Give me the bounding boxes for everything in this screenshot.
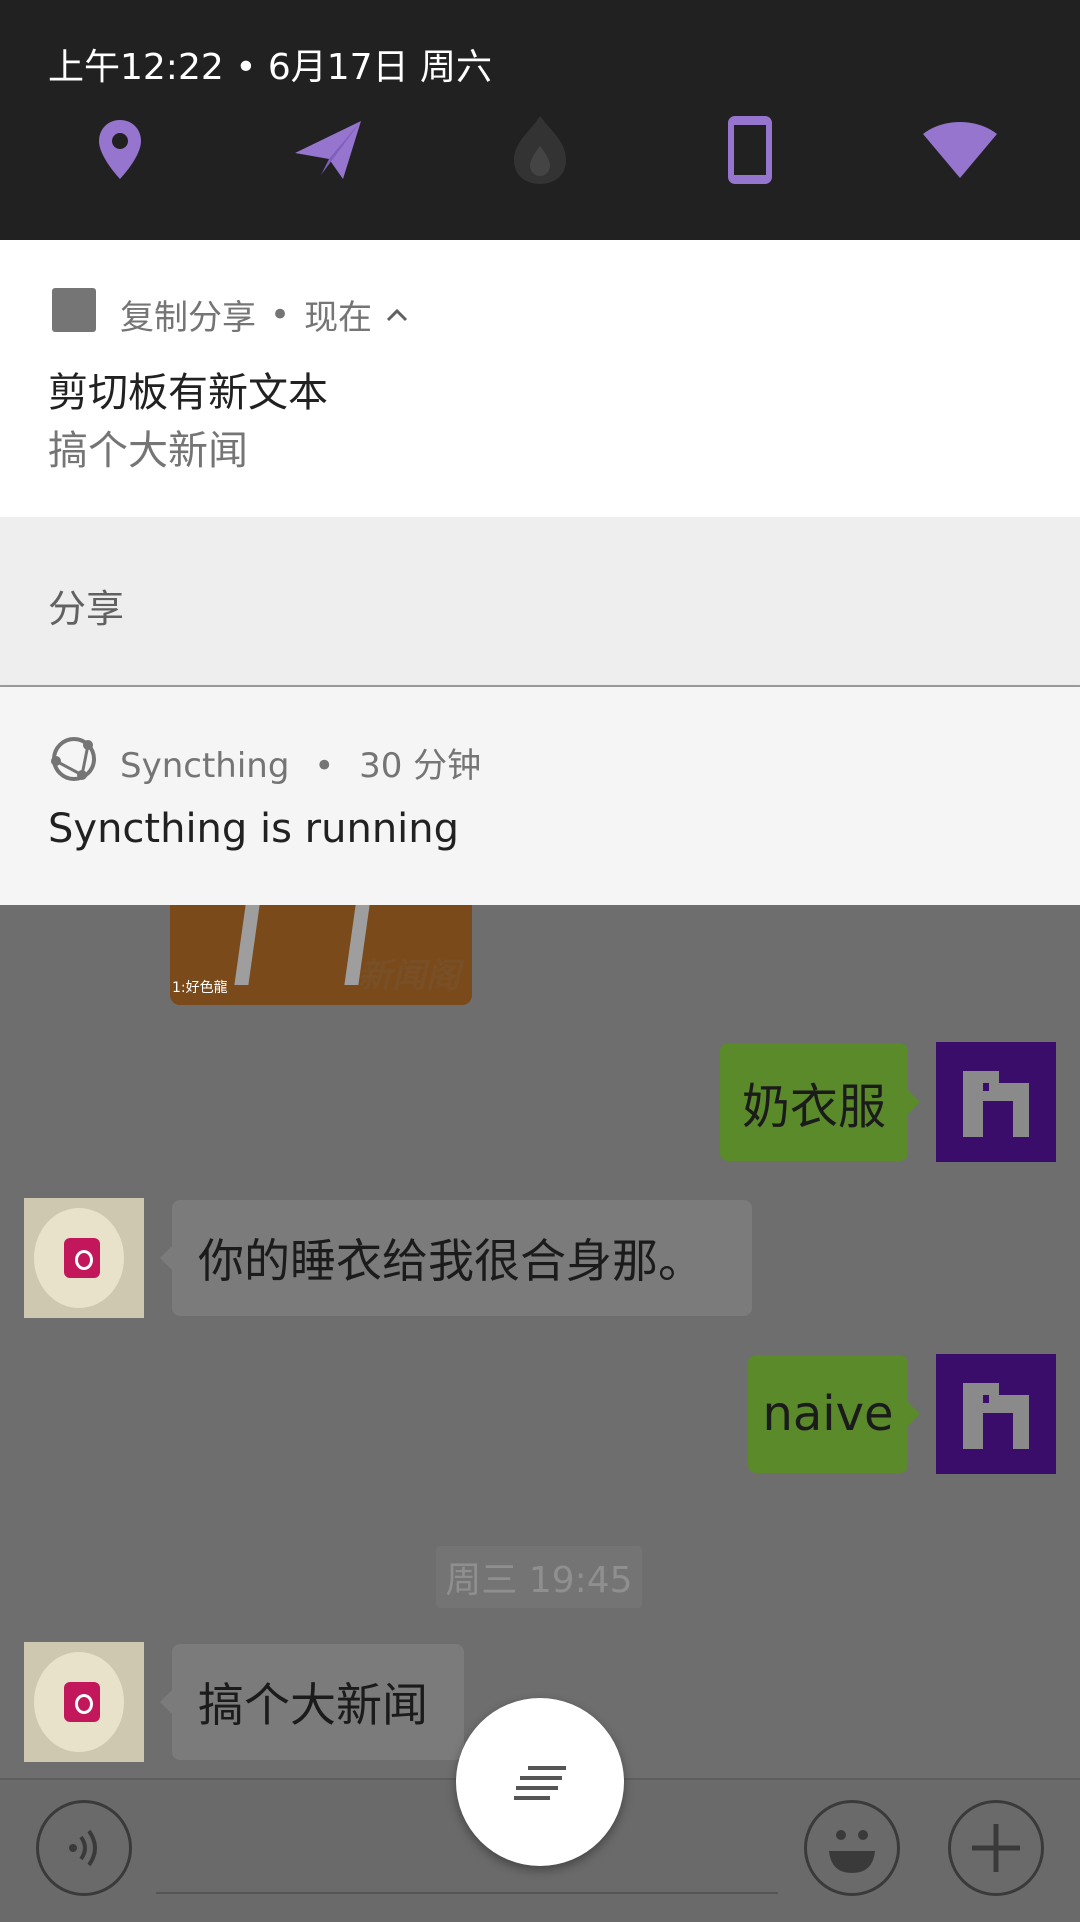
- received-message-bubble[interactable]: 搞个大新闻: [160, 1644, 464, 1760]
- share-action-button[interactable]: 分享: [48, 578, 124, 633]
- notification-time: 现在: [304, 298, 373, 338]
- quick-settings-panel: 上午12:22 • 6月17日 周六: [0, 0, 1080, 240]
- image-watermark: 新闻阁: [358, 956, 460, 996]
- flame-icon[interactable]: [500, 110, 580, 190]
- status-datetime: 上午12:22 • 6月17日 周六: [48, 47, 493, 88]
- header-separator: •: [314, 746, 335, 786]
- notification-actions: [0, 517, 1080, 687]
- quick-settings-icons: [0, 110, 1080, 190]
- phone-icon[interactable]: [710, 110, 790, 190]
- message-input[interactable]: [156, 1892, 778, 1894]
- syncthing-notification[interactable]: [0, 687, 1080, 905]
- avatar[interactable]: [936, 1042, 1056, 1162]
- voice-icon[interactable]: [36, 1800, 132, 1896]
- emoji-icon[interactable]: [804, 1800, 900, 1896]
- syncthing-icon: [48, 733, 100, 785]
- image-detail: [234, 905, 260, 985]
- menu-lines-icon: [510, 1762, 570, 1802]
- menu-fab-button[interactable]: [456, 1698, 624, 1866]
- wifi-icon[interactable]: [920, 110, 1000, 190]
- send-icon[interactable]: [288, 110, 368, 190]
- image-caption: 1:好色龍: [172, 980, 228, 996]
- location-icon[interactable]: [80, 110, 160, 190]
- notification-text: 搞个大新闻: [48, 428, 248, 474]
- avatar[interactable]: [936, 1354, 1056, 1474]
- image-message[interactable]: 1:好色龍 新闻阁: [170, 905, 472, 1005]
- avatar-badge: [64, 1682, 100, 1722]
- app-icon: [52, 288, 96, 332]
- avatar[interactable]: [24, 1198, 144, 1318]
- add-icon[interactable]: [948, 1800, 1044, 1896]
- notification-title: Syncthing is running: [48, 806, 460, 852]
- notification-app-name: 复制分享: [120, 298, 256, 338]
- notification-app-name: Syncthing: [120, 746, 290, 786]
- notification-time: 30 分钟: [359, 746, 482, 786]
- chat-background: [0, 905, 1080, 1780]
- notification-title: 剪切板有新文本: [48, 370, 328, 416]
- chevron-up-icon[interactable]: [386, 308, 408, 322]
- sent-message-bubble[interactable]: naive: [748, 1355, 920, 1473]
- sent-message-bubble[interactable]: 奶衣服: [720, 1043, 920, 1161]
- avatar-badge: [64, 1238, 100, 1278]
- avatar[interactable]: [24, 1642, 144, 1762]
- received-message-bubble[interactable]: 你的睡衣给我很合身那。: [160, 1200, 752, 1316]
- header-separator: •: [270, 294, 291, 335]
- notification-header: Syncthing • 30 分钟: [120, 738, 481, 787]
- notification-header: 复制分享 • 现在: [120, 290, 408, 339]
- chat-timestamp: 周三 19:45: [436, 1546, 642, 1608]
